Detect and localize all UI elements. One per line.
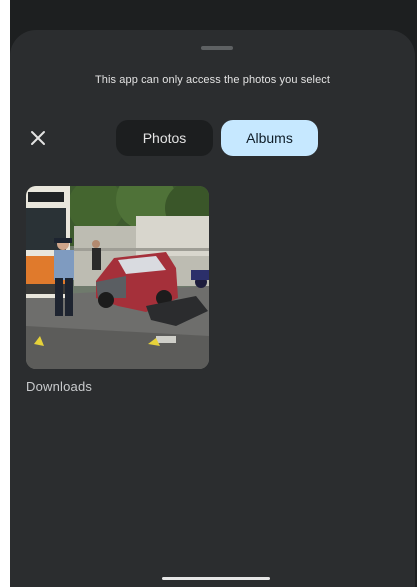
tab-photos-label: Photos: [142, 130, 187, 146]
album-name-downloads: Downloads: [26, 379, 93, 394]
home-indicator[interactable]: [162, 577, 270, 580]
close-button[interactable]: [26, 126, 50, 150]
album-downloads[interactable]: [26, 186, 209, 369]
tab-albums-label: Albums: [246, 130, 293, 146]
tab-albums[interactable]: Albums: [221, 120, 318, 156]
drag-handle[interactable]: [201, 46, 233, 50]
tab-photos[interactable]: Photos: [116, 120, 213, 156]
album-cover-thumbnail: [26, 186, 209, 369]
access-notice: This app can only access the photos you …: [94, 74, 331, 86]
photo-picker-sheet: This app can only access the photos you …: [10, 30, 415, 587]
close-icon: [31, 131, 45, 145]
